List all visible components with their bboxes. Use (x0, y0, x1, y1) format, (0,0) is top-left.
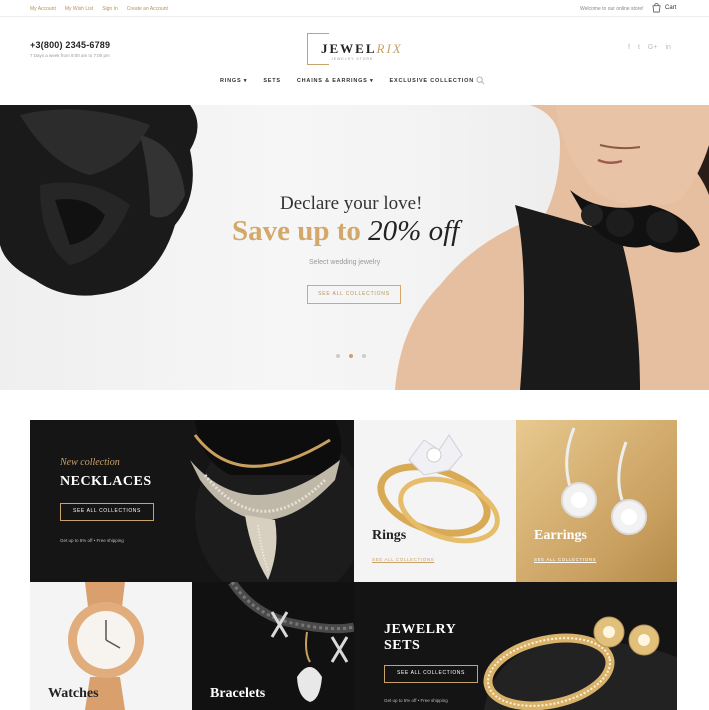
necklaces-kicker: New collection (60, 457, 120, 468)
tile-rings[interactable]: Rings SEE ALL COLLECTIONS (354, 420, 516, 582)
logo-accent: RIX (376, 41, 403, 56)
necklaces-see-collections-button[interactable]: SEE ALL COLLECTIONS (60, 503, 154, 521)
cart-button[interactable]: Cart (652, 3, 676, 13)
cart-icon (652, 3, 661, 13)
slider-dots (336, 354, 366, 358)
necklaces-note: Get up to 5% off • Free shipping (60, 538, 124, 543)
nav-item-chains-earrings[interactable]: CHAINS & EARRINGS ▾ (297, 78, 374, 84)
my-account-link[interactable]: My Account (30, 6, 56, 12)
tile-jewelry-sets[interactable]: JEWELRY SETS SEE ALL COLLECTIONS Get up … (354, 582, 677, 710)
hero-sale-dark: 20% off (368, 215, 460, 247)
necklaces-title: NECKLACES (60, 474, 152, 489)
twitter-icon[interactable]: t (638, 44, 640, 51)
bracelets-title: Bracelets (210, 686, 266, 701)
hero-subtitle: Select wedding jewelry (309, 259, 381, 266)
search-icon[interactable] (476, 76, 485, 85)
sign-in-link[interactable]: Sign In (102, 6, 118, 12)
watches-title: Watches (48, 686, 99, 701)
hero-slider: Declare your love! Save up to 20% off Se… (0, 105, 709, 390)
hero-sale-text: Save up to 20% off (232, 215, 459, 248)
nav-item-rings[interactable]: RINGS ▾ (220, 78, 247, 84)
hero-sale-gold: Save up to (232, 215, 369, 247)
linkedin-icon[interactable]: in (665, 44, 670, 51)
slider-dot-1[interactable] (336, 354, 340, 358)
social-links: f t G+ in (628, 44, 671, 51)
site-logo[interactable]: JEWELRIX JEWELRY STORE (307, 33, 404, 65)
rings-see-collections-link[interactable]: SEE ALL COLLECTIONS (372, 557, 434, 562)
facebook-icon[interactable]: f (628, 44, 630, 51)
tile-necklaces[interactable]: New collection NECKLACES SEE ALL COLLECT… (30, 420, 354, 582)
store-hours: 7 Days a week from 9:00 am to 7:00 pm (30, 53, 110, 58)
rings-title: Rings (372, 528, 407, 543)
slider-dot-2[interactable] (349, 354, 353, 358)
tile-bracelets[interactable]: Bracelets (192, 582, 354, 710)
top-bar: My Account My Wish List Sign In Create a… (0, 0, 709, 17)
logo-subtitle: JEWELRY STORE (331, 57, 374, 61)
welcome-message: Welcome to our online store! (580, 6, 644, 12)
logo-main: JEWEL (321, 41, 377, 56)
sets-see-collections-button[interactable]: SEE ALL COLLECTIONS (384, 665, 478, 683)
earrings-see-collections-link[interactable]: SEE ALL COLLECTIONS (534, 557, 596, 562)
cart-label: Cart (665, 5, 677, 11)
earrings-title: Earrings (534, 528, 587, 543)
sets-title-line1: JEWELRY (384, 622, 457, 637)
slider-dot-3[interactable] (362, 354, 366, 358)
create-account-link[interactable]: Create an Account (127, 6, 168, 12)
google-plus-icon[interactable]: G+ (648, 44, 658, 51)
nav-item-sets[interactable]: SETS (263, 78, 281, 84)
tile-watches[interactable]: Watches (30, 582, 192, 710)
nav-item-exclusive[interactable]: EXCLUSIVE COLLECTION (390, 78, 474, 84)
wish-list-link[interactable]: My Wish List (65, 6, 93, 12)
necklace-image (190, 420, 354, 582)
tile-earrings[interactable]: Earrings SEE ALL COLLECTIONS (516, 420, 677, 582)
hero-see-collections-button[interactable]: SEE ALL COLLECTIONS (307, 285, 401, 304)
account-links: My Account My Wish List Sign In Create a… (30, 6, 168, 12)
hero-title: Declare your love! (280, 193, 423, 214)
sets-title-line2: SETS (384, 638, 421, 653)
sets-note: Get up to 5% off • Free shipping (384, 698, 448, 703)
main-nav: RINGS ▾ SETS CHAINS & EARRINGS ▾ EXCLUSI… (220, 78, 474, 84)
phone-number[interactable]: +3(800) 2345-6789 (30, 40, 110, 50)
logo-text: JEWELRIX (321, 41, 403, 57)
